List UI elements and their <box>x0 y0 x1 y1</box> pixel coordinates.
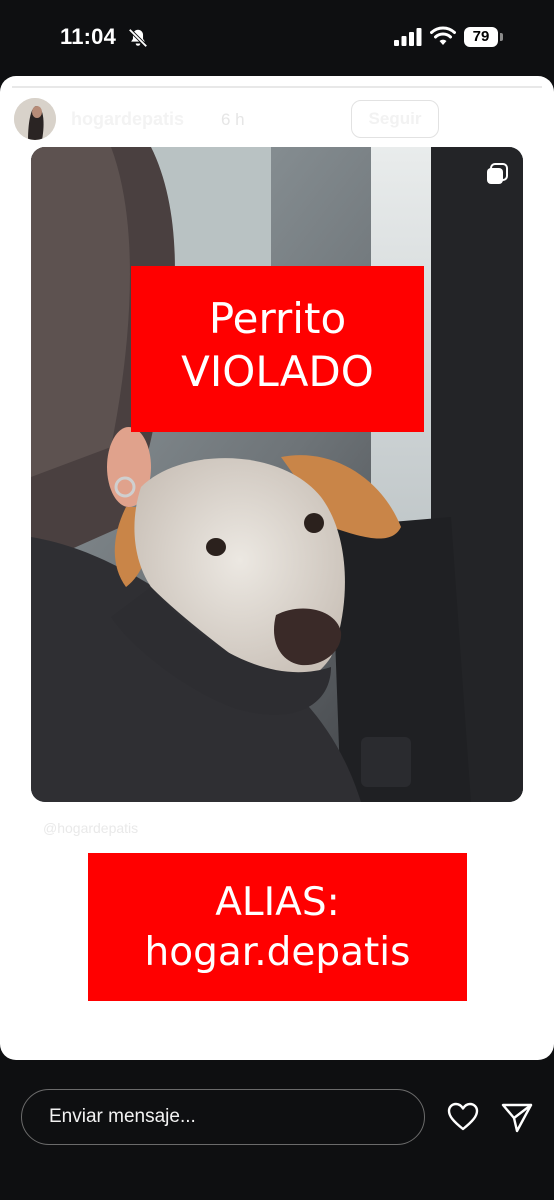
status-bar: 11:04 79 <box>0 0 554 76</box>
battery-level: 79 <box>472 28 490 45</box>
alias-sticker: ALIAS: hogar.depatis <box>88 853 467 1001</box>
story-progress-bar <box>12 86 542 88</box>
headline-line-1: Perrito <box>208 294 347 343</box>
avatar-image <box>14 98 56 140</box>
follow-button[interactable]: Seguir <box>351 100 439 138</box>
story-username[interactable]: hogardepatis <box>71 109 184 130</box>
cellular-signal-icon <box>394 28 422 46</box>
multiple-photos-icon <box>487 163 508 184</box>
status-time: 11:04 <box>60 24 117 49</box>
story-photo <box>31 147 523 802</box>
heart-icon[interactable] <box>447 1101 479 1133</box>
ellipsis-icon[interactable] <box>466 115 488 121</box>
story-header: hogardepatis 6 h Seguir <box>0 96 554 144</box>
avatar[interactable] <box>14 98 56 140</box>
headline-sticker: Perrito VIOLADO <box>131 266 424 432</box>
story-progress-fill <box>12 86 542 88</box>
message-placeholder: Enviar mensaje... <box>49 1106 196 1127</box>
dog-photo-illustration <box>31 147 523 802</box>
story-card[interactable]: hogardepatis 6 h Seguir Perrito VIOLADO … <box>0 76 554 1060</box>
close-icon[interactable] <box>514 106 542 134</box>
battery-nub <box>500 33 503 41</box>
send-icon[interactable] <box>500 1101 534 1135</box>
message-input[interactable]: Enviar mensaje... <box>21 1089 425 1145</box>
headline-line-2: VIOLADO <box>181 347 374 396</box>
wifi-icon <box>430 26 456 45</box>
story-time-ago: 6 h <box>221 110 245 129</box>
bell-slash-icon <box>128 28 148 48</box>
alias-line-2: hogar.depatis <box>144 930 411 975</box>
battery-indicator: 79 <box>464 26 506 48</box>
alias-line-1: ALIAS: <box>215 880 340 925</box>
watermark: @hogardepatis <box>43 820 139 836</box>
